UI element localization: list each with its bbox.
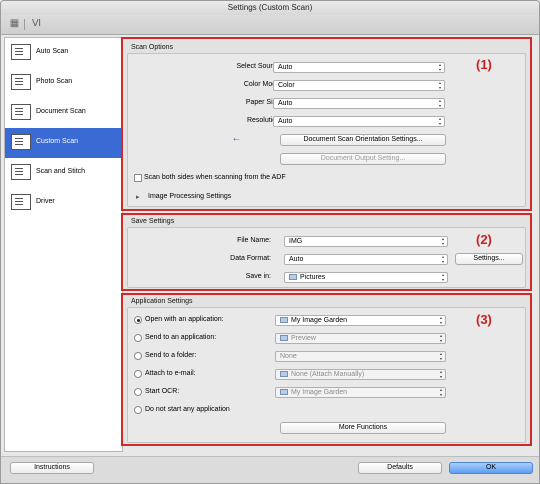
save-settings-group: File Name: IMG Data Format: Auto Setting… (127, 227, 526, 288)
start-ocr-radio[interactable] (134, 388, 142, 396)
image-processing-label[interactable]: Image Processing Settings (148, 193, 231, 200)
more-functions-button[interactable]: More Functions (280, 422, 446, 434)
sidebar-item-label: Photo Scan (36, 78, 73, 85)
app-icon (280, 335, 288, 341)
custom-scan-icon (11, 134, 31, 150)
open-with-app-label: Open with an application: (145, 316, 224, 323)
application-settings-group: Open with an application: My Image Garde… (127, 307, 526, 443)
file-name-combobox[interactable]: IMG (284, 236, 448, 247)
scan-options-group: Select Source: Auto Color Mode: Color Pa… (127, 53, 526, 207)
open-with-app-value: My Image Garden (291, 317, 348, 324)
attach-email-label: Attach to e-mail: (145, 370, 196, 377)
format-settings-button[interactable]: Settings... (455, 253, 523, 265)
scan-options-title: Scan Options (131, 44, 174, 51)
auto-scan-icon (11, 44, 31, 60)
settings-window: Settings (Custom Scan) ▦ Ⅵ Auto Scan Pho… (0, 0, 540, 484)
sidebar-item-scan-and-stitch[interactable]: Scan and Stitch (5, 158, 122, 188)
output-setting-button[interactable]: Document Output Setting... (280, 153, 446, 165)
sidebar: Auto Scan Photo Scan Document Scan Custo… (4, 37, 123, 452)
save-settings-panel: Save Settings File Name: IMG Data Format… (121, 213, 532, 291)
toolbar-divider (24, 19, 25, 30)
scan-icon[interactable]: ▦ (9, 18, 20, 29)
disclosure-triangle-icon[interactable]: ▸ (136, 193, 140, 201)
start-ocr-dropdown[interactable]: My Image Garden (275, 387, 446, 398)
no-app-label: Do not start any application (145, 406, 230, 413)
window-title: Settings (Custom Scan) (1, 1, 539, 15)
save-in-label: Save in: (245, 273, 271, 280)
annotation-number: (1) (476, 57, 492, 72)
data-format-dropdown[interactable]: Auto (284, 254, 448, 265)
send-to-folder-label: Send to a folder: (145, 352, 197, 359)
orientation-settings-button[interactable]: Document Scan Orientation Settings... (280, 134, 446, 146)
attach-email-value: None (Attach Manually) (291, 371, 365, 378)
sidebar-item-label: Driver (36, 198, 55, 205)
attach-email-dropdown[interactable]: None (Attach Manually) (275, 369, 446, 380)
color-mode-dropdown[interactable]: Color (273, 80, 445, 91)
send-to-folder-radio[interactable] (134, 352, 142, 360)
sidebar-item-label: Scan and Stitch (36, 168, 86, 175)
scan-stitch-icon (11, 164, 31, 180)
driver-icon (11, 194, 31, 210)
toolbar: ▦ Ⅵ (1, 15, 539, 35)
save-in-dropdown[interactable]: Pictures (284, 272, 448, 283)
send-to-app-label: Send to an application: (145, 334, 217, 341)
attach-email-radio[interactable] (134, 370, 142, 378)
scan-options-panel: Scan Options Select Source: Auto Color M… (121, 37, 532, 211)
app-icon (280, 317, 288, 323)
send-to-app-value: Preview (291, 335, 316, 342)
sidebar-item-document-scan[interactable]: Document Scan (5, 98, 122, 128)
folder-icon (289, 274, 297, 280)
save-settings-title: Save Settings (131, 218, 175, 225)
document-scan-icon (11, 104, 31, 120)
sidebar-item-auto-scan[interactable]: Auto Scan (5, 38, 122, 68)
file-name-label: File Name: (237, 237, 271, 244)
instructions-button[interactable]: Instructions (10, 462, 94, 474)
open-with-app-radio[interactable] (134, 316, 142, 324)
sidebar-item-label: Custom Scan (36, 138, 79, 145)
send-to-folder-dropdown[interactable]: None (275, 351, 446, 362)
orientation-icon: ← (231, 133, 242, 144)
photo-scan-icon (11, 74, 31, 90)
settings-icon[interactable]: Ⅵ (31, 18, 42, 29)
open-with-app-dropdown[interactable]: My Image Garden (275, 315, 446, 326)
sidebar-item-photo-scan[interactable]: Photo Scan (5, 68, 122, 98)
app-icon (280, 389, 288, 395)
sidebar-item-driver[interactable]: Driver (5, 188, 122, 218)
ok-button[interactable]: OK (449, 462, 533, 474)
start-ocr-label: Start OCR: (145, 388, 180, 395)
send-to-app-dropdown[interactable]: Preview (275, 333, 446, 344)
sidebar-item-custom-scan[interactable]: Custom Scan (5, 128, 122, 158)
resolution-dropdown[interactable]: Auto (273, 116, 445, 127)
scan-both-sides-label: Scan both sides when scanning from the A… (144, 174, 286, 181)
no-app-radio[interactable] (134, 406, 142, 414)
select-source-dropdown[interactable]: Auto (273, 62, 445, 73)
start-ocr-value: My Image Garden (291, 389, 348, 396)
footer: Instructions Defaults OK (1, 456, 539, 483)
data-format-label: Data Format: (230, 255, 271, 262)
application-settings-title: Application Settings (131, 298, 193, 305)
annotation-number: (2) (476, 232, 492, 247)
scan-both-sides-checkbox[interactable] (134, 174, 142, 182)
paper-size-dropdown[interactable]: Auto (273, 98, 445, 109)
sidebar-item-label: Auto Scan (36, 48, 69, 55)
annotation-number: (3) (476, 312, 492, 327)
defaults-button[interactable]: Defaults (358, 462, 442, 474)
application-settings-panel: Application Settings Open with an applic… (121, 293, 532, 446)
app-icon (280, 371, 288, 377)
send-to-app-radio[interactable] (134, 334, 142, 342)
sidebar-item-label: Document Scan (36, 108, 86, 115)
save-in-value: Pictures (300, 274, 326, 281)
